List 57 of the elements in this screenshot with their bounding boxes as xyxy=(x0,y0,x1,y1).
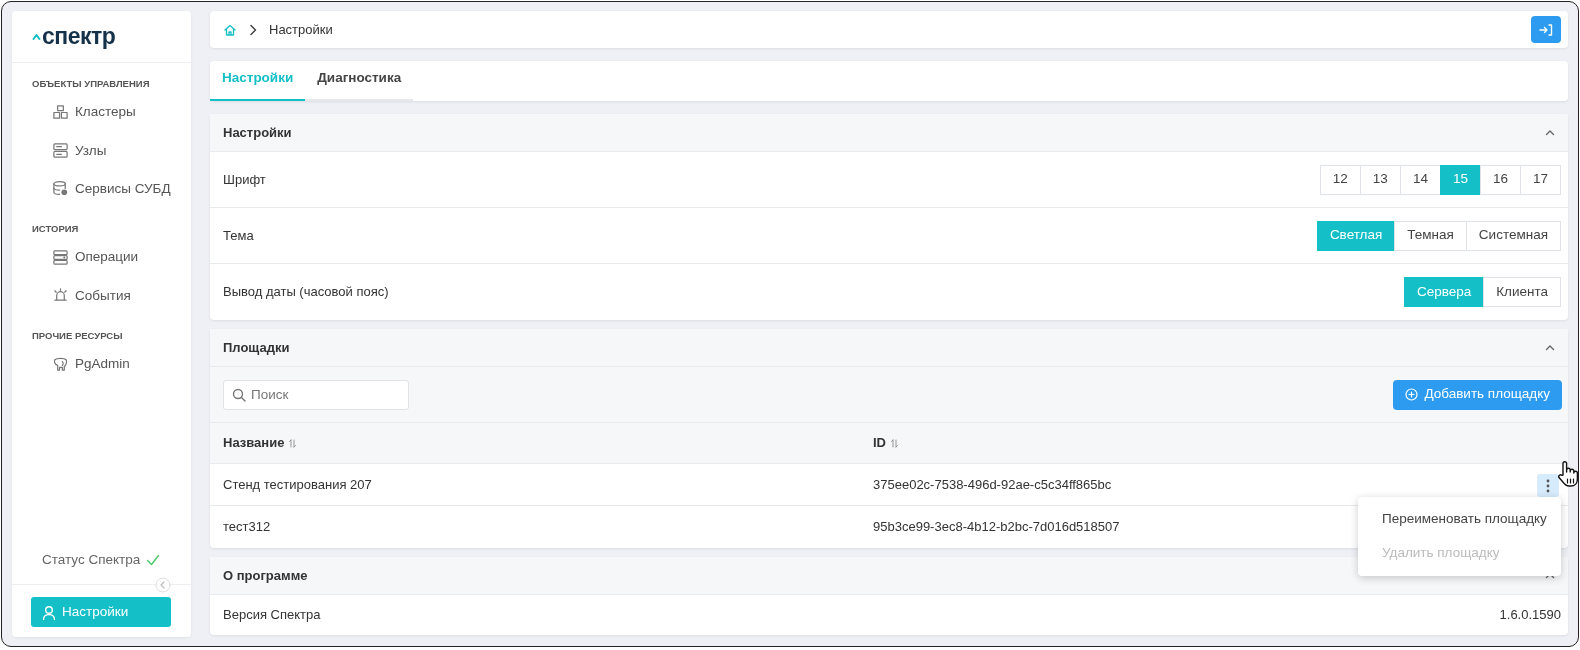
elephant-icon xyxy=(52,355,69,373)
chevron-right-icon xyxy=(249,23,257,36)
option-toggle[interactable]: Темная xyxy=(1394,220,1467,251)
setting-label: Вывод даты (часовой пояс) xyxy=(223,283,389,302)
exit-icon xyxy=(1539,23,1553,36)
more-button[interactable] xyxy=(1537,474,1559,497)
table-cell-text: 95b3ce99-3ec8-4b12-b2bc-7d016d518507 xyxy=(873,518,1120,537)
caret-icon xyxy=(32,32,41,41)
option-toggle[interactable]: Клиента xyxy=(1483,277,1561,307)
section-title: Площадки xyxy=(223,338,290,357)
option-toggle[interactable]: 14 xyxy=(1399,164,1441,195)
section-title: Настройки xyxy=(223,123,292,142)
search-field[interactable]: Поиск xyxy=(223,379,409,410)
sidebar-item[interactable]: Сервисы СУБД xyxy=(12,169,191,208)
setting-label: Тема xyxy=(223,226,254,245)
search-icon xyxy=(232,387,246,402)
breadcrumb-item: Настройки xyxy=(269,20,333,39)
sort-icon[interactable] xyxy=(289,438,297,448)
home-icon[interactable] xyxy=(223,22,237,37)
kebab-icon xyxy=(1546,478,1550,493)
sidebar-item[interactable]: Кластеры xyxy=(12,93,191,132)
option-toggle[interactable]: Системная xyxy=(1465,220,1561,251)
section-title: О программе xyxy=(223,566,308,585)
collapse-icon[interactable] xyxy=(155,577,171,593)
option-toggle[interactable]: 13 xyxy=(1359,164,1401,195)
nav-section-title: ПРОЧИЕ РЕСУРСЫ xyxy=(31,328,124,343)
info-value: 1.6.0.1590 xyxy=(1499,606,1561,625)
table-cell-text: 375ee02c-7538-496d-92ae-c5c34ff865bc xyxy=(873,475,1112,494)
status-label: Статус Спектра xyxy=(42,550,141,569)
cluster-icon xyxy=(52,103,69,121)
sort-icon[interactable] xyxy=(891,438,898,448)
sidebar-item[interactable]: Узлы xyxy=(12,131,191,170)
table-cell-text: тест312 xyxy=(223,518,271,537)
user-icon xyxy=(42,604,56,620)
logout-button[interactable] xyxy=(1531,16,1561,43)
option-toggle[interactable]: 12 xyxy=(1319,164,1361,195)
column-header[interactable]: ID xyxy=(873,433,886,453)
logo: спектр xyxy=(42,25,116,48)
sidebar-item[interactable]: События xyxy=(12,276,191,315)
option-toggle[interactable]: 16 xyxy=(1479,164,1521,195)
nav-section-title: ОБЪЕКТЫ УПРАВЛЕНИЯ xyxy=(31,77,151,91)
sidebar-item[interactable]: Операции xyxy=(12,238,191,277)
chevron-up-icon[interactable] xyxy=(1545,129,1555,136)
database-icon xyxy=(52,180,69,198)
sidebar-item[interactable]: PgAdmin xyxy=(12,345,191,384)
tab[interactable]: Диагностика xyxy=(305,67,414,101)
nav-section-title: ИСТОРИЯ xyxy=(31,222,80,236)
setting-label: Шрифт xyxy=(223,170,266,189)
column-header[interactable]: Название xyxy=(223,433,285,453)
server-icon xyxy=(52,142,69,160)
option-toggle[interactable]: 17 xyxy=(1519,164,1561,195)
info-label: Версия Спектра xyxy=(223,606,321,625)
chevron-up-icon[interactable] xyxy=(1545,344,1555,351)
table-cell-text: Стенд тестирования 207 xyxy=(223,475,372,494)
server-list-icon xyxy=(52,248,69,266)
plus-circle-icon xyxy=(1405,388,1419,401)
menu-item[interactable]: Переименовать площадку xyxy=(1358,502,1561,537)
